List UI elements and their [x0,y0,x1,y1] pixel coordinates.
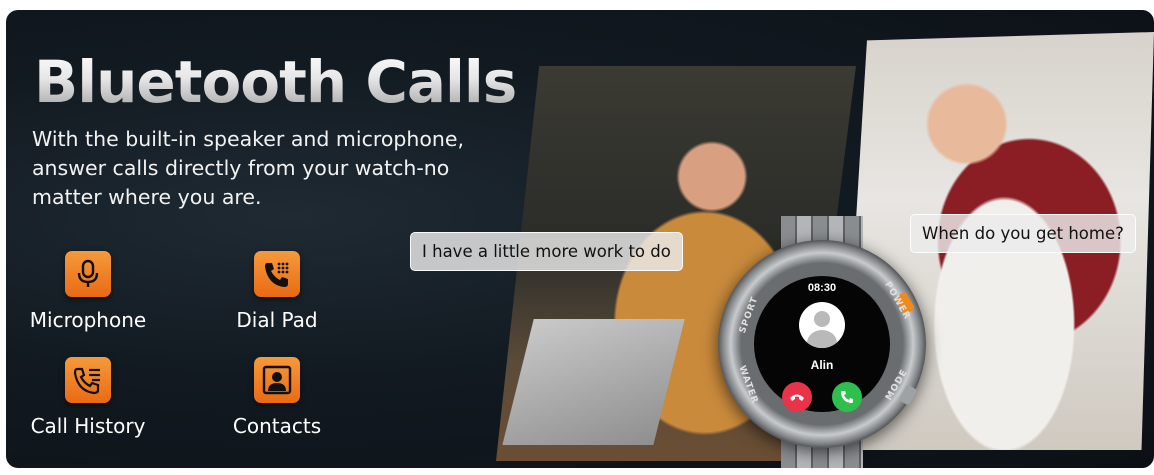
decline-call-button[interactable] [782,382,812,412]
laptop-shape [501,318,685,446]
feature-dial-pad: Dial Pad [217,251,337,332]
watch-time: 08:30 [807,282,837,294]
feature-label-dial-pad: Dial Pad [236,308,318,332]
feature-label-microphone: Microphone [29,308,147,332]
banner-description: With the built-in speaker and microphone… [32,127,465,209]
hang-up-icon [790,394,804,401]
feature-label-call-history: Call History [30,414,146,438]
contacts-icon [254,357,300,403]
feature-label-contacts: Contacts [232,414,322,438]
speech-bubble-right: When do you get home? [910,214,1136,253]
speech-bubble-left: I have a little more work to do [410,232,683,271]
dial-pad-icon [254,251,300,297]
caller-avatar-icon [799,302,845,348]
call-history-icon [65,357,111,403]
watch-screen: 08:30 Alin [754,276,890,412]
caller-name: Alin [810,358,834,372]
feature-microphone: Microphone [28,251,148,332]
feature-contacts: Contacts [217,357,337,438]
promo-banner: Bluetooth Calls With the built-in speake… [6,10,1154,468]
feature-call-history: Call History [20,357,156,438]
phone-icon [841,391,853,403]
banner-title: Bluetooth Calls [34,48,517,116]
microphone-icon [65,251,111,297]
accept-call-button[interactable] [832,382,862,412]
